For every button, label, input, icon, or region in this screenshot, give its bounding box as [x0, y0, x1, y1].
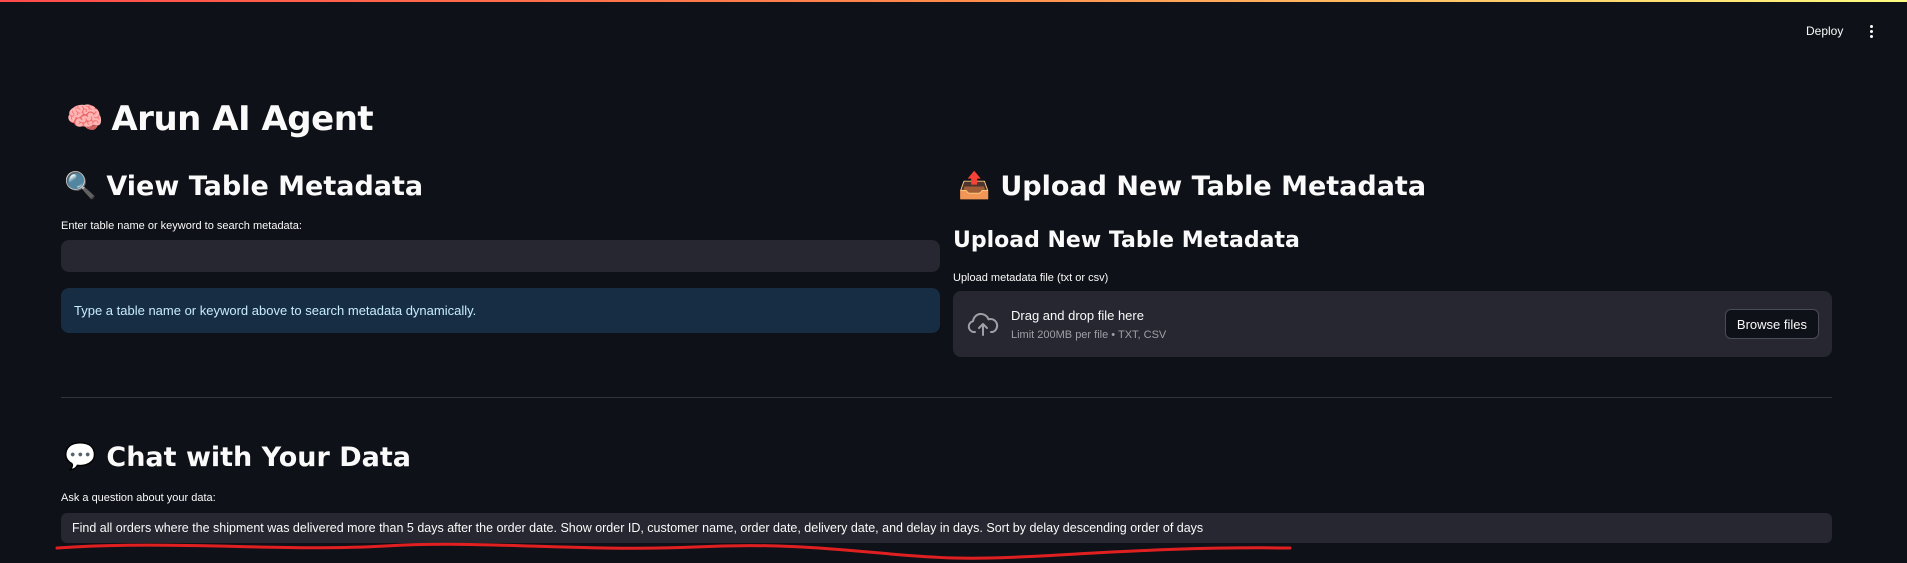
- upload-metadata-heading-text: Upload New Table Metadata: [1000, 170, 1427, 202]
- search-metadata-input[interactable]: [61, 240, 940, 272]
- dropzone-limit: Limit 200MB per file • TXT, CSV: [1011, 329, 1167, 341]
- browse-files-button[interactable]: Browse files: [1724, 309, 1819, 339]
- chat-heading-text: Chat with Your Data: [106, 441, 411, 473]
- question-input-value: Find all orders where the shipment was d…: [72, 521, 1204, 535]
- chat-heading: 💬 Chat with Your Data: [64, 438, 411, 476]
- file-dropzone[interactable]: Drag and drop file here Limit 200MB per …: [953, 291, 1832, 357]
- app-header: Deploy: [0, 2, 1907, 58]
- info-alert-text: Type a table name or keyword above to se…: [74, 303, 477, 318]
- view-metadata-heading: 🔍 View Table Metadata: [64, 167, 423, 205]
- dropzone-text: Drag and drop file here Limit 200MB per …: [1011, 308, 1166, 341]
- question-label: Ask a question about your data:: [61, 492, 216, 504]
- page-title: Arun AI Agent: [111, 99, 374, 139]
- red-annotation-underline: [55, 542, 1292, 560]
- cloud-upload-icon: [967, 313, 999, 336]
- section-divider: [61, 397, 1832, 398]
- speech-balloon-icon: 💬: [64, 442, 97, 472]
- search-metadata-label: Enter table name or keyword to search me…: [61, 220, 302, 232]
- magnifier-icon: 🔍: [64, 171, 97, 201]
- dropzone-title: Drag and drop file here: [1011, 308, 1144, 323]
- file-upload-label: Upload metadata file (txt or csv): [953, 272, 1109, 284]
- kebab-menu-icon[interactable]: [1864, 20, 1878, 42]
- upload-metadata-heading: 📤 Upload New Table Metadata: [958, 167, 1426, 205]
- info-alert: Type a table name or keyword above to se…: [61, 288, 940, 333]
- deploy-button[interactable]: Deploy: [1800, 20, 1849, 42]
- view-metadata-heading-text: View Table Metadata: [106, 170, 424, 202]
- outbox-tray-icon: 📤: [958, 171, 991, 201]
- upload-subheading: Upload New Table Metadata: [953, 228, 1300, 253]
- brain-icon: 🧠: [66, 102, 104, 135]
- page-title-row: 🧠 Arun AI Agent: [66, 98, 374, 140]
